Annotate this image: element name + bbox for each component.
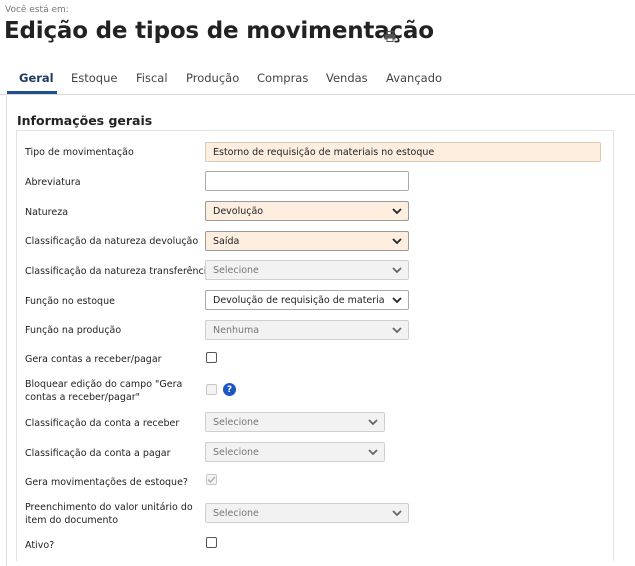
- tab-estoque[interactable]: Estoque: [71, 71, 117, 85]
- preenchimento-valor-label-line1: Preenchimento do valor unitário do: [25, 502, 193, 513]
- bloquear-edicao-label-line2: contas a receber/pagar": [25, 392, 140, 403]
- gera-movimentacoes-label: Gera movimentações de estoque?: [25, 477, 188, 488]
- gera-contas-checkbox[interactable]: [206, 352, 217, 363]
- funcao-producao-select[interactable]: Nenhuma: [205, 320, 409, 340]
- gera-contas-label: Gera contas a receber/pagar: [25, 354, 162, 365]
- chevron-down-icon: [392, 297, 402, 304]
- class-conta-pagar-label: Classificação da conta a pagar: [25, 448, 171, 459]
- tab-fiscal[interactable]: Fiscal: [136, 71, 168, 85]
- tipo-movimentacao-field: Estorno de requisição de materiais no es…: [205, 142, 601, 162]
- bloquear-edicao-checkbox: [206, 384, 217, 395]
- tab-geral[interactable]: Geral: [19, 71, 54, 85]
- checkmark-icon: [207, 476, 216, 484]
- natureza-select[interactable]: Devolução: [205, 201, 409, 221]
- class-conta-receber-select[interactable]: Selecione: [205, 412, 385, 432]
- gera-movimentacoes-checkbox: [206, 474, 217, 485]
- chevron-down-icon: [392, 510, 402, 517]
- abreviatura-input[interactable]: [205, 171, 409, 191]
- tab-bar: Geral Estoque Fiscal Produção Compras Ve…: [0, 64, 635, 95]
- active-tab-indicator: [7, 91, 57, 94]
- bloquear-edicao-label: Bloquear edição do campo "Gera contas a …: [25, 378, 182, 404]
- chevron-down-icon: [368, 419, 378, 426]
- tab-compras[interactable]: Compras: [257, 71, 308, 85]
- chevron-down-icon: [392, 327, 402, 334]
- chevron-down-icon: [368, 449, 378, 456]
- natureza-label: Natureza: [25, 207, 69, 218]
- class-conta-pagar-select[interactable]: Selecione: [205, 442, 385, 462]
- funcao-estoque-label: Função no estoque: [25, 296, 115, 307]
- ativo-checkbox[interactable]: [206, 537, 217, 548]
- tab-vendas[interactable]: Vendas: [326, 71, 368, 85]
- bloquear-edicao-label-line1: Bloquear edição do campo "Gera: [25, 379, 183, 390]
- class-natureza-devolucao-label: Classificação da natureza devolução: [25, 236, 199, 247]
- page-title: Edição de tipos de movimentação: [4, 18, 434, 44]
- form-box: [16, 130, 614, 561]
- preenchimento-valor-label: Preenchimento do valor unitário do item …: [25, 501, 193, 527]
- preenchimento-valor-select[interactable]: Selecione: [205, 503, 409, 523]
- class-natureza-transferencia-label: Classificação da natureza transferência: [25, 266, 213, 277]
- chevron-down-icon: [392, 238, 402, 245]
- chevron-down-icon: [392, 267, 402, 274]
- abreviatura-label: Abreviatura: [25, 177, 81, 188]
- tab-producao[interactable]: Produção: [186, 71, 239, 85]
- help-icon[interactable]: ?: [223, 383, 236, 396]
- preenchimento-valor-label-line2: item do documento: [25, 515, 119, 526]
- section-title: Informações gerais: [17, 113, 153, 128]
- breadcrumb: Você está em:: [5, 5, 69, 15]
- funcao-estoque-select[interactable]: Devolução de requisição de materiais ind…: [205, 290, 409, 310]
- chevron-down-icon: [392, 208, 402, 215]
- tab-avancado[interactable]: Avançado: [386, 71, 442, 85]
- tipo-movimentacao-label: Tipo de movimentação: [25, 147, 134, 158]
- print-icon[interactable]: [384, 31, 396, 42]
- class-natureza-devolucao-select[interactable]: Saída: [205, 231, 409, 251]
- funcao-producao-label: Função na produção: [25, 325, 122, 336]
- class-conta-receber-label: Classificação da conta a receber: [25, 418, 180, 429]
- ativo-label: Ativo?: [25, 540, 55, 551]
- class-natureza-transferencia-select[interactable]: Selecione: [205, 260, 409, 280]
